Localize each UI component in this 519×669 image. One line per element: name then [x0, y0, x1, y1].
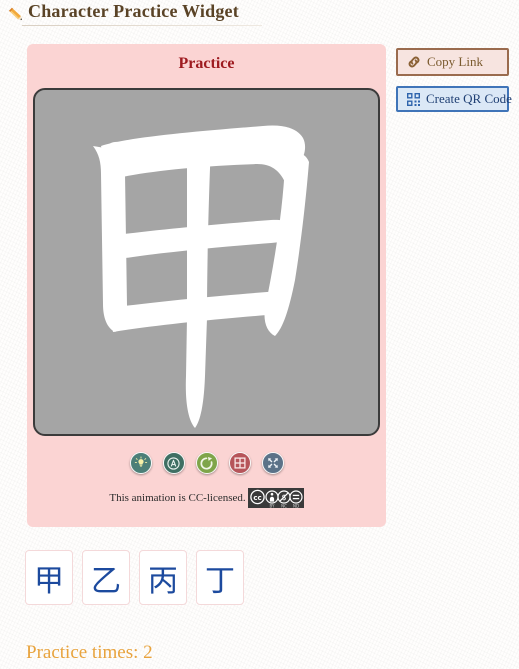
copy-link-label: Copy Link — [427, 54, 483, 69]
page-title: Character Practice Widget — [28, 1, 239, 21]
svg-text:cc: cc — [253, 494, 261, 502]
character-strokes — [93, 125, 309, 428]
fullscreen-button[interactable] — [261, 452, 284, 474]
animation-controls — [27, 452, 386, 474]
copy-link-button[interactable]: Copy Link — [396, 48, 509, 76]
pencil-icon — [6, 5, 26, 25]
hint-button[interactable] — [129, 452, 152, 474]
circled-a-icon — [166, 456, 181, 471]
fullscreen-icon — [266, 456, 280, 470]
animate-button[interactable] — [162, 452, 185, 474]
create-qr-code-button[interactable]: Create QR Code — [396, 86, 512, 112]
practice-panel: Practice This animation is CC-licensed. … — [27, 44, 386, 527]
page-header: Character Practice Widget — [0, 0, 519, 30]
svg-text:BY: BY — [269, 503, 275, 508]
title-divider — [22, 25, 262, 26]
character-tile-4[interactable]: 丁 — [196, 550, 244, 605]
character-tile-3[interactable]: 丙 — [139, 550, 187, 605]
character-animation-canvas[interactable] — [33, 88, 380, 436]
license-line: This animation is CC-licensed. cc BY $ N… — [27, 488, 386, 508]
qr-code-icon — [406, 92, 421, 107]
character-tile-list: 甲 乙 丙 丁 — [25, 550, 244, 605]
refresh-icon — [199, 456, 214, 471]
character-tile-2[interactable]: 乙 — [82, 550, 130, 605]
replay-button[interactable] — [195, 452, 218, 474]
practice-times-label: Practice times: 2 — [26, 642, 153, 663]
svg-text:NC: NC — [281, 503, 287, 508]
cc-by-nc-nd-icon: cc BY $ NC ND — [249, 489, 303, 508]
character-tile-1[interactable]: 甲 — [25, 550, 73, 605]
lightbulb-icon — [134, 456, 148, 470]
create-qr-code-label: Create QR Code — [426, 91, 512, 106]
license-text: This animation is CC-licensed. — [109, 492, 246, 504]
grid-button[interactable] — [228, 452, 251, 474]
practice-heading: Practice — [178, 55, 235, 72]
link-icon — [406, 54, 422, 70]
cc-license-badge[interactable]: cc BY $ NC ND — [247, 488, 304, 508]
grid-icon — [233, 456, 247, 470]
svg-text:ND: ND — [293, 503, 299, 508]
